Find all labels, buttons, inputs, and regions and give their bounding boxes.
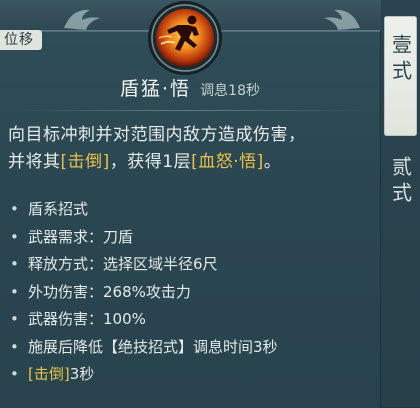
attribute-text: 武器伤害：100% [28, 310, 146, 328]
attribute-text: 盾系招式 [28, 200, 89, 218]
attribute-text: 外功伤害：268%攻击力 [28, 282, 191, 301]
attribute-item: • 武器伤害：100% [10, 306, 376, 334]
skill-attribute-list: • 盾系招式 • 武器需求：刀盾 • 释放方式：选择区域半径6尺 • 外功伤害：268%… [10, 196, 376, 389]
attribute-item: • [击倒]3秒 [10, 361, 376, 389]
bullet-icon: • [10, 227, 19, 246]
skill-name: 盾猛·悟 [120, 78, 192, 100]
bullet-icon: • [10, 310, 19, 328]
category-tag: 位移 [0, 30, 42, 50]
bullet-icon: • [10, 337, 19, 356]
attribute-text: 武器需求：刀盾 [28, 227, 134, 246]
attribute-text: 3秒 [69, 365, 95, 383]
description-text: 。 [263, 152, 282, 172]
bullet-icon: • [10, 365, 19, 383]
description-line: 向目标冲刺并对范围内敌方造成伤害， [8, 125, 306, 145]
keyword-knockdown[interactable]: [击倒] [28, 365, 70, 383]
attribute-item: • 施展后降低【绝技招式】调息时间3秒 [10, 334, 376, 362]
keyword-blood-rage[interactable]: [血怒·悟] [191, 152, 264, 172]
keyword-knockdown[interactable]: [击倒] [61, 152, 110, 172]
skill-title-row: 盾猛·悟 调息18秒 [0, 74, 380, 101]
skill-icon[interactable] [147, 0, 223, 76]
tab-label: 壹式 [388, 34, 413, 86]
description-text: 并将其 [8, 152, 61, 172]
form-tab-strip: 壹式 贰式 [381, 0, 420, 407]
title-divider [10, 110, 370, 111]
attribute-text: 释放方式：选择区域半径6尺 [28, 255, 218, 273]
attribute-item: • 外功伤害：268%攻击力 [10, 279, 376, 307]
tab-form-1[interactable]: 壹式 [384, 16, 417, 136]
bullet-icon: • [10, 255, 19, 273]
attribute-item: • 释放方式：选择区域半径6尺 [10, 251, 376, 279]
attribute-text: 施展后降低【绝技招式】调息时间3秒 [28, 337, 278, 356]
tab-label: 贰式 [388, 156, 413, 208]
description-text: ，获得1层 [109, 152, 192, 172]
skill-description: 向目标冲刺并对范围内敌方造成伤害， 并将其[击倒]，获得1层[血怒·悟]。 [8, 122, 374, 176]
bullet-icon: • [10, 200, 19, 218]
bullet-icon: • [10, 282, 19, 301]
tab-form-2[interactable]: 贰式 [384, 156, 417, 226]
description-line: 并将其[击倒]，获得1层[血怒·悟]。 [8, 149, 374, 176]
attribute-item: • 武器需求：刀盾 [10, 224, 376, 252]
skill-cooldown: 调息18秒 [200, 83, 260, 99]
attribute-item: • 盾系招式 [10, 196, 376, 224]
